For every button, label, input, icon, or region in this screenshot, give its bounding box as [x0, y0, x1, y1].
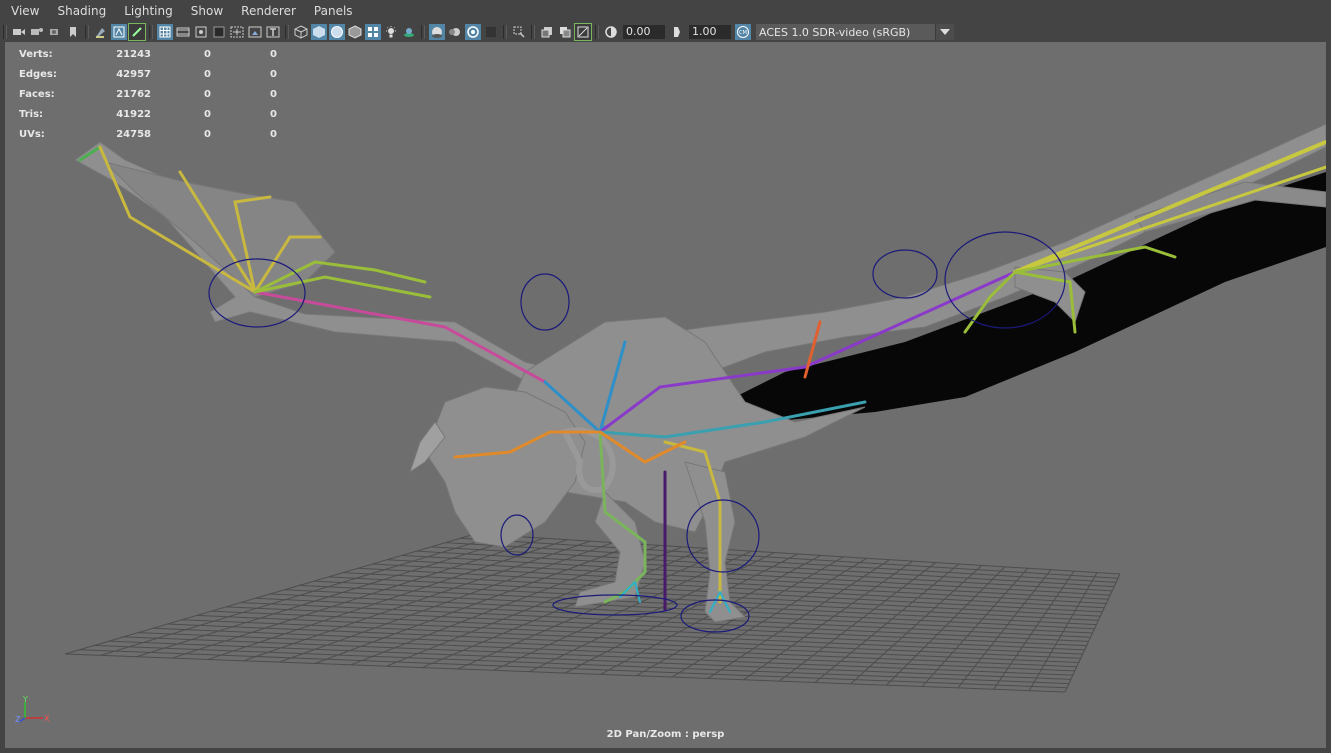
hud-value: 24758: [116, 128, 151, 140]
hud-value: 0: [204, 128, 211, 140]
hud-value: 0: [270, 68, 277, 80]
ground-grid: [64, 533, 1121, 693]
hud-label: Edges:: [19, 68, 57, 80]
color-management-icon[interactable]: CM: [735, 24, 751, 40]
hud-value: 21243: [116, 48, 151, 60]
menu-renderer[interactable]: Renderer: [230, 0, 303, 22]
use-all-lights-icon[interactable]: [383, 24, 399, 40]
select-camera-icon[interactable]: [11, 24, 27, 40]
toolbar-separator: [503, 25, 507, 39]
hud-row-edges: Edges: 42957 0 0: [19, 64, 277, 84]
hud-value: 0: [204, 88, 211, 100]
field-chart-icon[interactable]: [229, 24, 245, 40]
camera-status-text: 2D Pan/Zoom : persp: [606, 729, 725, 740]
toolbar-separator: [149, 25, 153, 39]
isolate-select-icon[interactable]: [511, 24, 527, 40]
camera-attributes-icon[interactable]: [29, 24, 45, 40]
motion-blur-icon[interactable]: [447, 24, 463, 40]
toolbar-separator: [421, 25, 425, 39]
xray-active-components-icon[interactable]: [557, 24, 573, 40]
hud-label: Verts:: [19, 48, 53, 60]
hud-row-faces: Faces: 21762 0 0: [19, 84, 277, 104]
gate-mask-icon[interactable]: [211, 24, 227, 40]
color-space-select[interactable]: ACES 1.0 SDR-video (sRGB): [756, 24, 954, 40]
exposure-icon[interactable]: [603, 24, 619, 40]
poly-count-hud: Verts: 21243 0 0 Edges: 42957 0 0 Faces:…: [19, 44, 277, 144]
toolbar-separator: [285, 25, 289, 39]
view-axis-icon: X Y Z: [15, 696, 50, 724]
textured-icon[interactable]: [365, 24, 381, 40]
hud-value: 0: [270, 108, 277, 120]
hud-value: 0: [204, 68, 211, 80]
exposure-field[interactable]: [623, 25, 665, 39]
scene: [64, 123, 1326, 693]
xray-joints-icon[interactable]: [574, 23, 592, 41]
multisample-anti-aliasing-icon[interactable]: [465, 24, 481, 40]
hud-label: UVs:: [19, 128, 45, 140]
gamma-field[interactable]: [689, 25, 731, 39]
hud-row-tris: Tris: 41922 0 0: [19, 104, 277, 124]
smooth-shade-icon[interactable]: [311, 24, 327, 40]
shadows-icon[interactable]: [401, 24, 417, 40]
color-space-value: ACES 1.0 SDR-video (sRGB): [759, 25, 911, 39]
axis-y-label: Y: [22, 696, 28, 704]
menu-shading[interactable]: Shading: [46, 0, 113, 22]
hud-value: 0: [270, 48, 277, 60]
toolbar-separator: [595, 25, 599, 39]
xray-icon[interactable]: [539, 24, 555, 40]
grid-line: [1028, 572, 1098, 691]
axis-z-label: Z: [15, 715, 21, 724]
film-gate-icon[interactable]: [175, 24, 191, 40]
gamma-icon[interactable]: [669, 24, 685, 40]
hud-value: 0: [270, 88, 277, 100]
axis-x-label: X: [44, 714, 50, 723]
hud-value: 0: [204, 48, 211, 60]
hud-value: 0: [270, 128, 277, 140]
hud-row-uvs: UVs: 24758 0 0: [19, 124, 277, 144]
wireframe-icon[interactable]: [293, 24, 309, 40]
menu-panels[interactable]: Panels: [303, 0, 360, 22]
bookmark-icon[interactable]: [47, 24, 63, 40]
2d-pan-zoom-icon[interactable]: [93, 24, 109, 40]
safe-action-icon[interactable]: [247, 24, 263, 40]
safe-title-icon[interactable]: [265, 24, 281, 40]
image-plane-icon[interactable]: [65, 24, 81, 40]
hud-label: Faces:: [19, 88, 55, 100]
wireframe-on-shaded-icon[interactable]: [329, 24, 345, 40]
3d-viewport[interactable]: Verts: 21243 0 0 Edges: 42957 0 0 Faces:…: [5, 42, 1326, 748]
menu-show[interactable]: Show: [180, 0, 230, 22]
viewport-toolbar: CM ACES 1.0 SDR-video (sRGB): [0, 22, 1331, 42]
grid-line: [814, 563, 960, 683]
toolbar-separator: [531, 25, 535, 39]
pencil-icon[interactable]: [128, 23, 146, 41]
toolbar-separator: [85, 25, 89, 39]
grid-line: [1064, 573, 1121, 693]
hud-value: 42957: [116, 68, 151, 80]
grease-pencil-icon[interactable]: [111, 24, 127, 40]
resolution-gate-icon[interactable]: [193, 24, 209, 40]
hud-value: 41922: [116, 108, 151, 120]
grid-icon[interactable]: [157, 24, 173, 40]
hud-value: 21762: [116, 88, 151, 100]
svg-text:CM: CM: [739, 30, 747, 36]
viewport-menubar: View Shading Lighting Show Renderer Pane…: [0, 0, 1331, 23]
menu-lighting[interactable]: Lighting: [113, 0, 180, 22]
viewport-frame: [1326, 42, 1331, 753]
hud-row-verts: Verts: 21243 0 0: [19, 44, 277, 64]
screen-space-ambient-occlusion-icon[interactable]: [429, 24, 445, 40]
hud-label: Tris:: [19, 108, 44, 120]
hud-value: 0: [204, 108, 211, 120]
depth-of-field-icon[interactable]: [483, 24, 499, 40]
menu-view[interactable]: View: [0, 0, 46, 22]
chevron-down-icon[interactable]: [935, 24, 954, 40]
bounding-box-icon[interactable]: [347, 24, 363, 40]
toolbar-separator: [3, 25, 7, 39]
